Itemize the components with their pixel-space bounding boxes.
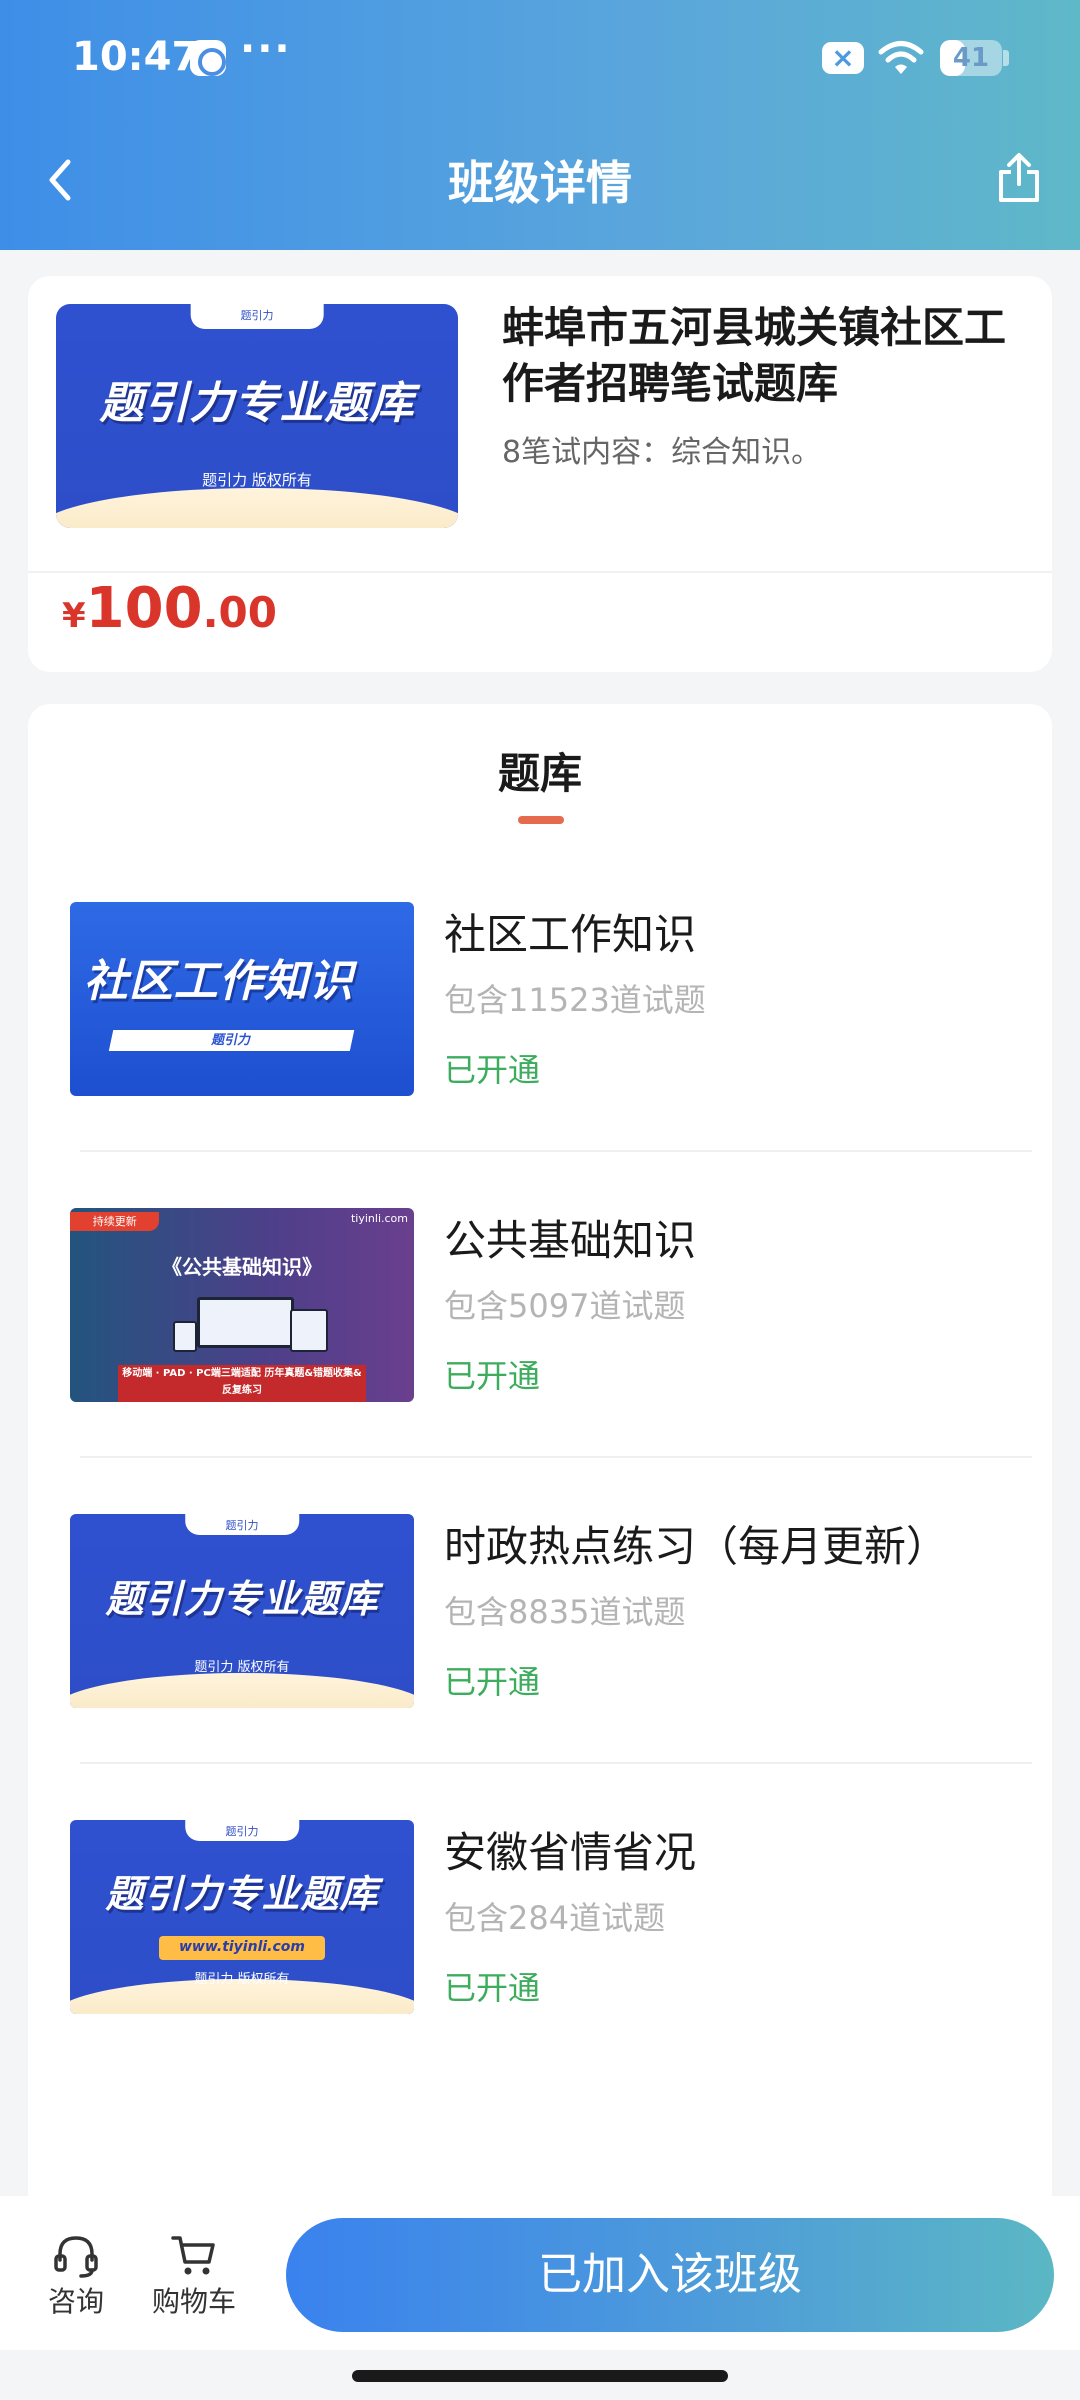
bank-item-name: 公共基础知识 bbox=[444, 1216, 697, 1265]
divider bbox=[80, 1456, 1032, 1458]
thumb-headline: 题引力专业题库 bbox=[105, 1871, 379, 1916]
status-time: 10:47 bbox=[72, 34, 200, 80]
bank-item-count: 包含8835道试题 bbox=[444, 1593, 686, 1631]
course-subtitle: 8笔试内容：综合知识。 bbox=[502, 435, 822, 470]
phone-illustration bbox=[173, 1320, 198, 1352]
bank-item-thumbnail: 题引力 题引力专业题库 www.tiyinli.com 题引力 版权所有 bbox=[70, 1820, 414, 2014]
bank-item-status: 已开通 bbox=[444, 1051, 541, 1089]
thumb-brand: tiyinli.com bbox=[350, 1212, 408, 1225]
more-notifications-icon: ··· bbox=[240, 26, 292, 72]
app-notification-icon bbox=[190, 40, 226, 76]
course-title: 蚌埠市五河县城关镇社区工作者招聘笔试题库 bbox=[502, 303, 1007, 408]
question-bank-panel: 题库 社区工作知识 题引力 社区工作知识 包含11523道试题 已开通 持续更新… bbox=[28, 704, 1052, 2204]
thumb-headline: 《公共基础知识》 bbox=[162, 1254, 322, 1279]
no-sim-icon: × bbox=[822, 42, 864, 74]
bank-item-status: 已开通 bbox=[444, 1969, 541, 2007]
thumb-tag: 持续更新 bbox=[70, 1211, 160, 1232]
page-title: 班级详情 bbox=[448, 156, 632, 210]
thumb-url: www.tiyinli.com bbox=[159, 1936, 325, 1960]
battery-icon: 41 bbox=[940, 40, 1002, 76]
wifi-icon bbox=[878, 41, 924, 74]
tab-active-indicator bbox=[518, 816, 564, 824]
headset-icon bbox=[54, 2236, 98, 2278]
battery-tip bbox=[1003, 50, 1009, 66]
bank-item-status: 已开通 bbox=[444, 1663, 541, 1701]
consult-button[interactable]: 咨询 bbox=[26, 2230, 126, 2322]
bank-item-public-basics[interactable]: 持续更新 tiyinli.com 《公共基础知识》 移动端 · PAD · PC… bbox=[28, 1208, 1052, 1514]
thumb-headline: 社区工作知识 bbox=[83, 955, 354, 1007]
bank-item-name: 安徽省情省况 bbox=[444, 1828, 697, 1877]
header: 10:47 ··· × 41 班级详情 bbox=[0, 0, 1080, 250]
bank-item-community-work[interactable]: 社区工作知识 题引力 社区工作知识 包含11523道试题 已开通 bbox=[28, 902, 1052, 1208]
bank-item-count: 包含284道试题 bbox=[444, 1899, 666, 1937]
home-indicator[interactable] bbox=[352, 2370, 728, 2382]
thumb-footer: 题引力 版权所有 bbox=[194, 1660, 290, 1676]
bank-item-thumbnail: 社区工作知识 题引力 bbox=[70, 902, 414, 1096]
tablet-illustration bbox=[290, 1308, 328, 1352]
joined-class-button[interactable]: 已加入该班级 bbox=[286, 2218, 1054, 2332]
bank-item-anhui-province[interactable]: 题引力 题引力专业题库 www.tiyinli.com 题引力 版权所有 安徽省… bbox=[28, 1820, 1052, 2126]
bank-item-name: 时政热点练习（每月更新） bbox=[444, 1522, 949, 1571]
cover-footer: 题引力 版权所有 bbox=[202, 470, 312, 489]
battery-percent: 41 bbox=[952, 43, 990, 73]
bank-item-thumbnail: 持续更新 tiyinli.com 《公共基础知识》 移动端 · PAD · PC… bbox=[70, 1208, 414, 1402]
cover-headline: 题引力专业题库 bbox=[99, 377, 415, 429]
cart-label: 购物车 bbox=[151, 2285, 236, 2318]
course-price: ¥100.00 bbox=[62, 576, 277, 641]
cover-tab-text: 题引力 bbox=[190, 304, 324, 329]
share-icon[interactable] bbox=[996, 150, 1042, 206]
tab-question-bank[interactable]: 题库 bbox=[28, 744, 1052, 804]
cart-button[interactable]: 购物车 bbox=[144, 2230, 244, 2322]
course-card: 题引力 题引力专业题库 题引力 版权所有 蚌埠市五河县城关镇社区工作者招聘笔试题… bbox=[28, 276, 1052, 672]
bank-item-name: 社区工作知识 bbox=[444, 910, 697, 959]
bank-item-thumbnail: 题引力 题引力专业题库 题引力 版权所有 bbox=[70, 1514, 414, 1708]
shopping-cart-icon bbox=[171, 2236, 215, 2275]
thumb-tab-text: 题引力 bbox=[185, 1514, 299, 1536]
thumb-bar-text: 题引力 bbox=[108, 1030, 355, 1052]
course-cover-image: 题引力 题引力专业题库 题引力 版权所有 bbox=[56, 304, 458, 528]
monitor-illustration bbox=[197, 1297, 294, 1348]
thumb-footer: 题引力 版权所有 bbox=[194, 1971, 290, 1987]
thumb-band-text: 移动端 · PAD · PC端三端适配 历年真题&错题收集&反复练习 bbox=[118, 1365, 366, 1402]
thumb-tab-text: 题引力 bbox=[185, 1820, 299, 1842]
thumb-headline: 题引力专业题库 bbox=[105, 1577, 379, 1622]
bank-item-current-affairs[interactable]: 题引力 题引力专业题库 题引力 版权所有 时政热点练习（每月更新） 包含8835… bbox=[28, 1514, 1052, 1820]
bank-item-status: 已开通 bbox=[444, 1357, 541, 1395]
price-currency: ¥ bbox=[62, 596, 86, 636]
bank-item-count: 包含11523道试题 bbox=[444, 981, 706, 1019]
price-integer: 100 bbox=[85, 576, 203, 641]
divider bbox=[28, 571, 1052, 573]
consult-label: 咨询 bbox=[47, 2285, 104, 2318]
divider bbox=[80, 1762, 1032, 1764]
bank-item-count: 包含5097道试题 bbox=[444, 1287, 686, 1325]
price-decimal: .00 bbox=[202, 588, 277, 637]
divider bbox=[80, 1150, 1032, 1152]
bottom-action-bar: 咨询 购物车 已加入该班级 bbox=[0, 2196, 1080, 2350]
status-bar: 10:47 ··· × 41 bbox=[0, 0, 1080, 118]
